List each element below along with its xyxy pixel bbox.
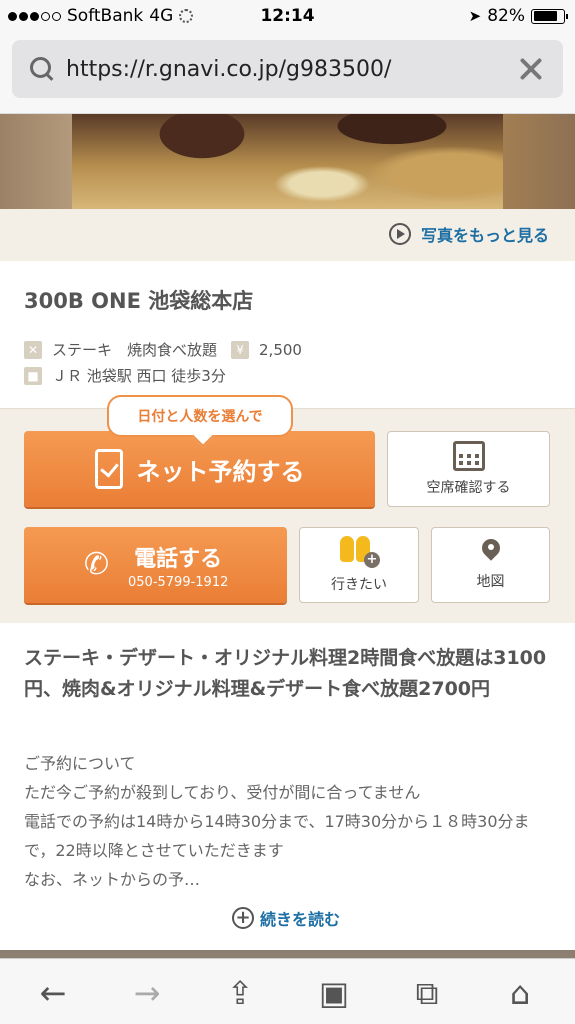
calendar-icon	[452, 441, 485, 471]
divider	[0, 950, 575, 958]
train-icon: ■	[24, 366, 42, 385]
play-icon	[388, 223, 411, 245]
notice-line: 電話での予約は14時から14時30分まで、17時30分から１８時30分まで，22…	[24, 812, 530, 860]
steak-photo[interactable]	[72, 114, 503, 209]
reserve-tooltip: 日付と人数を選んで	[107, 395, 293, 437]
notice-line: なお、ネットからの予…	[24, 870, 201, 889]
browser-toolbar: ← → ⇪ ▣ ⧉ ⌂	[0, 958, 575, 1024]
smartphone-check-icon	[94, 449, 123, 489]
map-label: 地図	[476, 574, 505, 590]
phone-number: 050-5799-1912	[128, 574, 229, 590]
more-photos-label: 写真をもっと見る	[420, 226, 549, 245]
call-button[interactable]: ✆ 電話する 050-5799-1912	[24, 527, 287, 603]
description-section: ステーキ・デザート・オリジナル料理2時間食べ放題は3100円、焼肉&オリジナル料…	[0, 623, 575, 950]
cutlery-icon: ✕	[24, 340, 42, 359]
plan-headline: ステーキ・デザート・オリジナル料理2時間食べ放題は3100円、焼肉&オリジナル料…	[24, 647, 547, 700]
action-panel: ネット予約する 日付と人数を選んで 空席確認する ✆ 電話する 050-5799…	[0, 395, 575, 623]
search-icon	[30, 57, 54, 81]
bookmarks-icon[interactable]: ▣	[314, 973, 354, 1013]
hero-photo[interactable]	[0, 114, 575, 209]
plus-circle-icon: +	[232, 907, 254, 929]
read-more-label: 続きを読む	[260, 910, 341, 929]
address-bar[interactable]: https://r.gnavi.co.jp/g983500/	[12, 40, 563, 98]
budget: 2,500	[259, 340, 302, 359]
read-more-link[interactable]: + 続きを読む	[232, 906, 340, 930]
call-label: 電話する	[134, 546, 223, 572]
notice-line: ご予約について	[24, 754, 136, 773]
photo-more-bar: 写真をもっと見る	[0, 209, 575, 261]
vacancy-label: 空席確認する	[426, 480, 511, 496]
restaurant-info: 300B ONE 池袋総本店 ✕ ステーキ 焼肉食べ放題 ¥ 2,500 ■ Ｊ…	[0, 261, 575, 408]
genre: ステーキ 焼肉食べ放題	[52, 341, 218, 359]
forward-icon[interactable]: →	[127, 973, 167, 1013]
phone-icon: ✆	[84, 547, 110, 582]
more-photos-link[interactable]: 写真をもっと見る	[388, 222, 549, 246]
location-arrow-icon: ➤	[468, 7, 482, 25]
home-icon[interactable]: ⌂	[500, 973, 540, 1013]
restaurant-name: 300B ONE 池袋総本店	[24, 289, 254, 313]
yen-icon: ¥	[231, 340, 250, 359]
battery-icon	[531, 8, 568, 24]
notice-body: ご予約について ただ今ご予約が殺到しており、受付が間に合ってません 電話での予約…	[24, 749, 554, 894]
want-to-go-button[interactable]: + 行きたい	[299, 527, 419, 603]
map-pin-icon	[482, 539, 500, 565]
tabs-icon[interactable]: ⧉	[407, 973, 447, 1013]
reserve-label: ネット予約する	[136, 457, 305, 486]
battery-percent: 82%	[487, 6, 525, 26]
status-bar: SoftBank 4G 12:14 ➤ 82%	[0, 0, 575, 32]
url-text[interactable]: https://r.gnavi.co.jp/g983500/	[66, 57, 515, 82]
back-icon[interactable]: ←	[33, 973, 73, 1013]
want-to-go-icon: +	[338, 536, 380, 568]
vacancy-button[interactable]: 空席確認する	[387, 431, 550, 507]
map-button[interactable]: 地図	[431, 527, 550, 603]
notice-line: ただ今ご予約が殺到しており、受付が間に合ってません	[24, 783, 421, 802]
want-to-go-label: 行きたい	[331, 577, 387, 593]
access: ＪＲ 池袋駅 西口 徒歩3分	[52, 367, 226, 385]
browser-header: https://r.gnavi.co.jp/g983500/	[0, 32, 575, 114]
clear-icon[interactable]	[515, 54, 545, 84]
share-icon[interactable]: ⇪	[220, 973, 260, 1013]
